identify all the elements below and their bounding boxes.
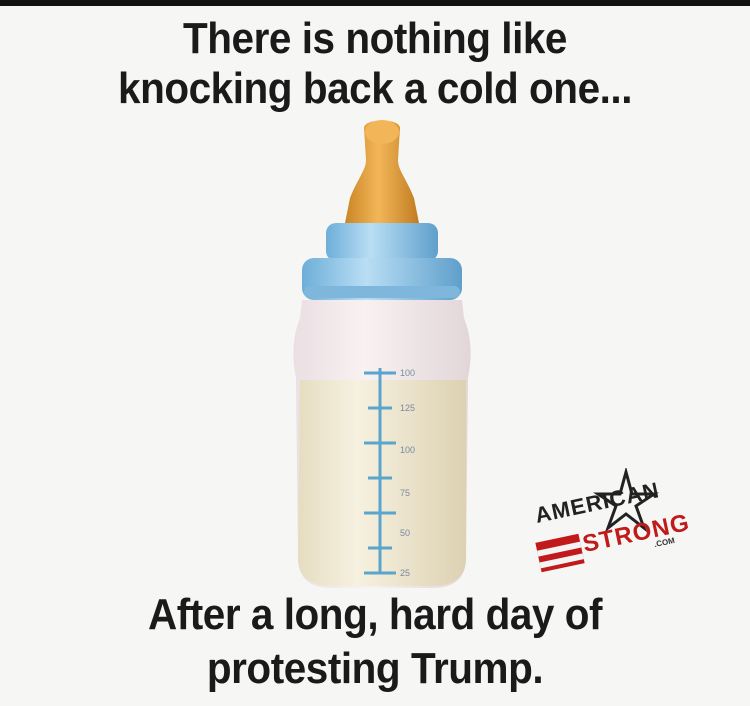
bottom-caption: After a long, hard day of protesting Tru… <box>30 588 720 696</box>
top-border <box>0 0 750 6</box>
top-caption: There is nothing like knocking back a co… <box>30 14 720 114</box>
scale-mark: 100 <box>400 445 415 455</box>
bottle-cap <box>302 223 462 300</box>
top-caption-line-1: There is nothing like <box>183 14 567 63</box>
scale-mark: 50 <box>400 528 410 538</box>
scale-mark: 125 <box>400 403 415 413</box>
scale-mark: 25 <box>400 568 410 578</box>
nipple <box>344 120 420 228</box>
american-strong-watermark: AMERICAN STRONG .COM <box>533 468 734 580</box>
bottom-caption-line-1: After a long, hard day of <box>147 590 603 639</box>
top-caption-line-2: knocking back a cold one... <box>118 64 632 113</box>
bottom-caption-line-2: protesting Trump. <box>206 644 544 693</box>
scale-mark: 75 <box>400 488 410 498</box>
baby-bottle-icon: 100 125 100 75 50 25 <box>293 120 471 588</box>
scale-mark: 100 <box>400 368 415 378</box>
